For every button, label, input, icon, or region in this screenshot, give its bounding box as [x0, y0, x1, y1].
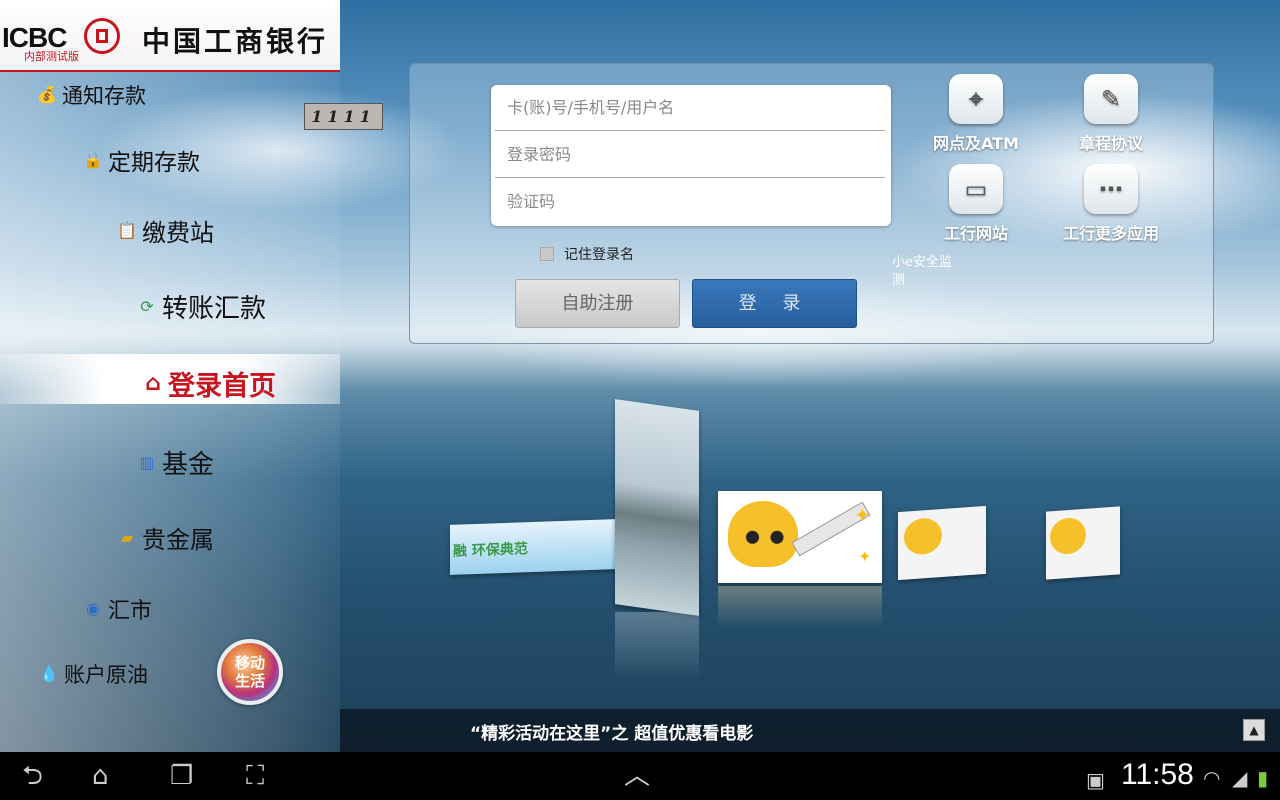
- system-navigation-bar: ⮌ ⌂ ❐ ⛶ ︿ ▣ ◠ ◢ ▮: [0, 752, 1280, 800]
- sidebar-item-label: 账户原油: [64, 663, 148, 687]
- mascot-icon: [1050, 516, 1086, 556]
- password-field[interactable]: 登录密码: [495, 132, 885, 178]
- sidebar-item-notice-deposit[interactable]: 💰 通知存款: [36, 80, 146, 110]
- brand-name: 中国工商银行: [142, 25, 329, 58]
- carousel-reflection: [718, 586, 882, 628]
- mobile-life-button[interactable]: 移动 生活: [217, 639, 283, 705]
- security-monitor-link[interactable]: 小e安全监测: [892, 254, 952, 290]
- account-field[interactable]: 卡(账)号/手机号/用户名: [495, 85, 885, 131]
- sidebar-item-forex[interactable]: ◉ 汇市: [82, 593, 152, 625]
- sidebar-item-fixed-deposit[interactable]: 🔒 定期存款: [82, 143, 200, 177]
- login-form: 卡(账)号/手机号/用户名 登录密码 验证码: [491, 85, 891, 226]
- sidebar-item-fund[interactable]: ▥ 基金: [136, 444, 214, 481]
- app-website[interactable]: ▭ 工行网站: [911, 164, 1041, 244]
- sparkle-icon: ✦: [858, 547, 872, 566]
- app-label: 工行网站: [943, 224, 1008, 243]
- recent-apps-icon[interactable]: ❐: [170, 762, 193, 790]
- sidebar-item-label: 贵金属: [142, 526, 214, 554]
- carousel-card-featured[interactable]: ✦ ✦: [718, 491, 882, 583]
- app-agreements[interactable]: ✎ 章程协议: [1046, 74, 1176, 154]
- app-label: 网点及ATM: [933, 134, 1019, 153]
- mascot-icon: [728, 501, 798, 567]
- carousel-card-right-2[interactable]: [1046, 506, 1120, 580]
- carousel-card-landscape[interactable]: [615, 399, 699, 616]
- sidebar-item-label: 转账汇款: [162, 294, 267, 324]
- captcha-placeholder: 验证码: [507, 192, 556, 211]
- fixed-deposit-icon: 🔒: [83, 150, 103, 169]
- document-icon: ✎: [1084, 74, 1138, 124]
- fund-chart-icon: ▥: [139, 452, 155, 472]
- register-button[interactable]: 自助注册: [515, 279, 680, 328]
- carousel-card-right-1[interactable]: [898, 505, 986, 581]
- login-button[interactable]: 登 录: [692, 279, 857, 328]
- forex-globe-icon: ◉: [86, 599, 100, 618]
- carousel-reflection: [615, 612, 699, 682]
- chevron-up-icon[interactable]: ︿: [624, 762, 650, 790]
- account-placeholder: 卡(账)号/手机号/用户名: [507, 98, 675, 117]
- gold-bar-icon: ▰: [120, 527, 134, 547]
- home-icon: ⌂: [145, 370, 161, 396]
- oil-drop-icon: 💧: [39, 664, 59, 683]
- map-pin-icon: ⌖: [949, 74, 1003, 124]
- carousel-banner-text: 融 环保典范: [453, 541, 528, 560]
- wifi-icon: ◠: [1203, 766, 1221, 790]
- password-placeholder: 登录密码: [507, 145, 572, 164]
- sidebar-item-home[interactable]: ⌂ 登录首页: [142, 364, 276, 403]
- sidebar-item-label: 通知存款: [62, 84, 146, 108]
- brand-edition: 内部测试版: [24, 50, 79, 63]
- promo-text[interactable]: “精彩活动在这里”之 超值优惠看电影: [470, 719, 753, 744]
- sidebar-item-precious-metal[interactable]: ▰ 贵金属: [116, 520, 214, 555]
- notice-deposit-icon: 💰: [37, 85, 57, 104]
- icbc-logo-icon: [84, 18, 120, 54]
- remember-checkbox[interactable]: [540, 247, 554, 261]
- mascot-icon: [904, 517, 942, 556]
- remember-username[interactable]: 记住登录名: [540, 244, 634, 264]
- home-nav-icon[interactable]: ⌂: [92, 762, 109, 790]
- app-more[interactable]: ⋯ 工行更多应用: [1046, 164, 1176, 244]
- carousel-card-banner[interactable]: 融 环保典范: [450, 519, 615, 575]
- sidebar-item-label: 定期存款: [108, 150, 200, 176]
- app-label: 工行更多应用: [1062, 224, 1159, 243]
- sidebar-item-crude-oil[interactable]: 💧 账户原油: [38, 659, 148, 689]
- sd-card-icon: ▣: [1086, 768, 1105, 792]
- captcha-field[interactable]: 验证码: [495, 179, 885, 225]
- clock: 11:58: [1121, 758, 1194, 791]
- brand-header: ICBC 中国工商银行 内部测试版: [0, 0, 340, 72]
- payment-icon: 📋: [117, 220, 137, 240]
- captcha-image[interactable]: 1111: [304, 103, 383, 130]
- sidebar-item-label: 缴费站: [142, 219, 214, 247]
- sidebar-item-label: 登录首页: [168, 371, 276, 402]
- sidebar-item-label: 汇市: [108, 599, 153, 624]
- sidebar-item-label: 基金: [162, 450, 215, 480]
- laptop-icon: ▭: [949, 164, 1003, 214]
- screenshot-icon[interactable]: ⛶: [246, 762, 264, 790]
- back-icon[interactable]: ⮌: [22, 762, 43, 790]
- app-branch-atm[interactable]: ⌖ 网点及ATM: [911, 74, 1041, 154]
- transfer-icon: ⟳: [140, 296, 154, 316]
- mobile-life-line2: 生活: [234, 672, 265, 690]
- sparkle-icon: ✦: [854, 503, 871, 527]
- battery-icon: ▮: [1257, 766, 1269, 790]
- sidebar-item-transfer[interactable]: ⟳ 转账汇款: [136, 288, 266, 325]
- expand-up-icon[interactable]: ▲: [1243, 719, 1265, 741]
- remember-label: 记住登录名: [564, 247, 634, 263]
- app-label: 章程协议: [1078, 134, 1143, 153]
- signal-icon: ◢: [1232, 766, 1248, 790]
- mobile-life-line1: 移动: [234, 654, 265, 672]
- more-apps-icon: ⋯: [1084, 164, 1138, 214]
- sidebar-item-payment[interactable]: 📋 缴费站: [116, 213, 214, 248]
